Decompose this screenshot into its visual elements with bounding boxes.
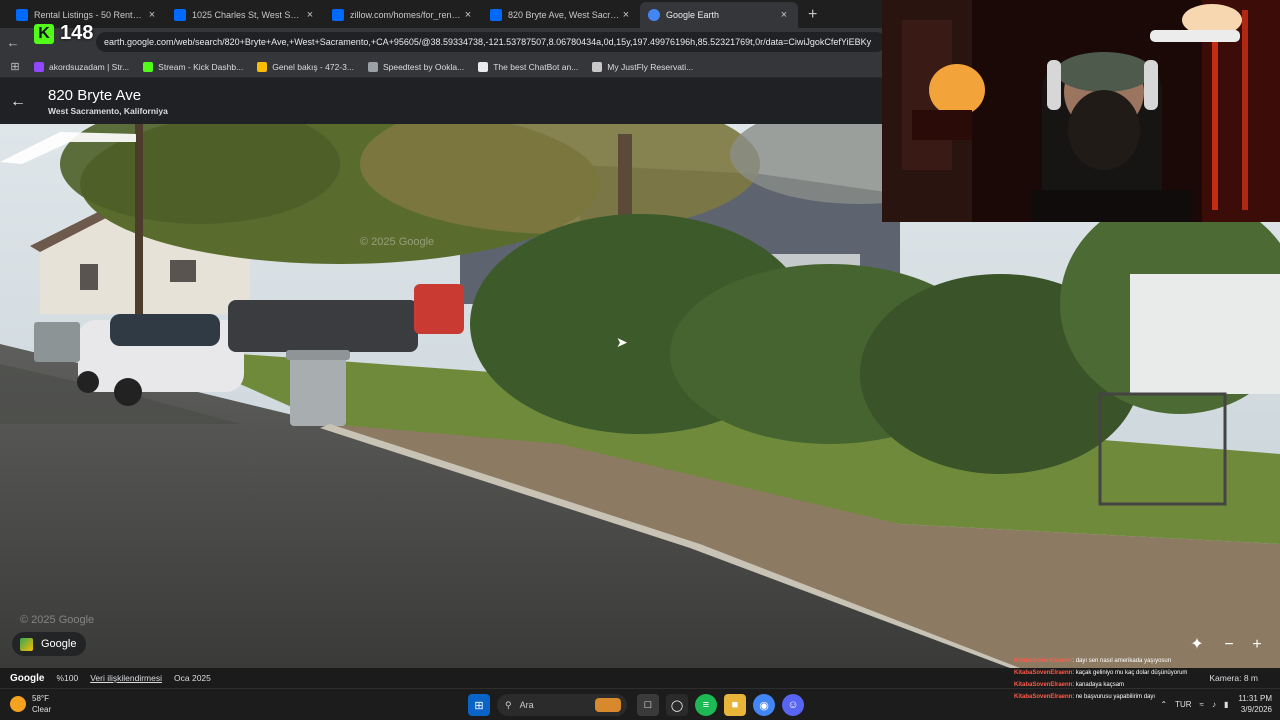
chat-text: : ne başvurusu yapabilirim dayı [1072, 694, 1156, 700]
bookmark-item[interactable]: Stream - Kick Dashb... [143, 61, 244, 72]
google-earth-favicon-icon [648, 9, 660, 21]
spotify-icon[interactable]: ≡ [695, 694, 717, 716]
tab-close-icon[interactable]: × [462, 9, 474, 21]
google-earth-badge[interactable]: Google [12, 632, 87, 656]
chat-username: KitabaSovenElraenn [1014, 670, 1073, 676]
taskbar-search[interactable]: ⚲ Ara [497, 694, 627, 716]
zillow-favicon-icon [16, 9, 28, 21]
google-logo: Google [10, 672, 45, 684]
watermark-bottom: © 2025 Google [20, 614, 95, 626]
tab-title: zillow.com/homes/for_rent/?se [350, 10, 462, 20]
watermark-top: © 2025 Google [360, 236, 435, 248]
data-attribution-link[interactable]: Veri ilişkilendirmesi [90, 673, 162, 683]
bookmark-label: The best ChatBot an... [493, 61, 579, 72]
search-label: Ara [519, 700, 534, 710]
tab-title: Rental Listings - 50 Rentals | Zil [34, 10, 146, 20]
streamer-webcam [882, 0, 1280, 222]
earth-back-arrow-icon[interactable]: ← [10, 93, 26, 111]
tab-close-icon[interactable]: × [146, 9, 158, 21]
bookmark-label: akordsuzadam | Str... [49, 61, 130, 72]
bookmark-chatbot-icon [478, 61, 489, 72]
place-title: 820 Bryte Ave [48, 87, 142, 104]
apps-grid-icon[interactable]: ⊞ [0, 60, 30, 73]
bookmark-label: Stream - Kick Dashb... [158, 61, 244, 72]
chat-message: KitabaSovenElraenn: ne başvurusu yapabil… [1014, 691, 1234, 703]
new-tab-button[interactable]: + [798, 6, 827, 28]
obs-icon[interactable]: ◯ [666, 694, 688, 716]
back-icon[interactable]: ← [0, 35, 26, 50]
discord-icon[interactable]: ☺ [782, 694, 804, 716]
tab-close-icon[interactable]: × [778, 9, 790, 21]
bookmark-item[interactable]: The best ChatBot an... [478, 61, 579, 72]
google-badge-label: Google [41, 638, 77, 650]
tab-close-icon[interactable]: × [620, 9, 632, 21]
clock-date: 3/9/2026 [1240, 705, 1272, 714]
street-navigation-arrow-icon[interactable] [0, 124, 140, 164]
search-icon: ⚲ [505, 699, 512, 710]
clock[interactable]: 11:31 PM 3/9/2026 [1238, 693, 1272, 715]
weather-desc: Clear [32, 705, 52, 714]
bookmark-kick-icon [143, 61, 154, 72]
imagery-date: Oca 2025 [174, 673, 211, 683]
zillow-favicon-icon [490, 9, 502, 21]
bookmark-ads-icon [257, 61, 268, 72]
tab-close-icon[interactable]: × [304, 9, 316, 21]
chat-message: KitabaSovenElraenn: kanadaya kaçsam [1014, 679, 1234, 691]
bookmark-label: Genel bakış - 472-3... [272, 61, 354, 72]
tab-title: 820 Bryte Ave, West Sacramento [508, 10, 620, 20]
browser-tab[interactable]: Google Earth × [640, 2, 798, 28]
chat-text: : kaçak geliniyo mu kaç dolar düşünüyoru… [1072, 670, 1188, 676]
zillow-favicon-icon [174, 9, 186, 21]
chat-text: : dayı sen nasıl amerikada yaşıyosun [1072, 658, 1172, 664]
zillow-favicon-icon [332, 9, 344, 21]
bookmark-label: My JustFly Reservati... [607, 61, 694, 72]
weather-widget[interactable]: 58°F Clear [10, 693, 51, 715]
bookmark-label: Speedtest by Ookla... [382, 61, 465, 72]
clock-time: 11:31 PM [1238, 694, 1272, 703]
bookmark-item[interactable]: akordsuzadam | Str... [34, 61, 130, 72]
webcam-image [882, 0, 1280, 222]
bookmark-speedtest-icon [367, 61, 378, 72]
google-earth-logo-icon [20, 637, 33, 651]
browser-tab[interactable]: 1025 Charles St, West Sacramento× [166, 2, 324, 28]
kick-viewer-counter: K 148 [34, 22, 93, 45]
bookmark-justfly-icon [592, 61, 603, 72]
browser-tab[interactable]: zillow.com/homes/for_rent/?se × [324, 2, 482, 28]
chrome-icon[interactable]: ◉ [753, 694, 775, 716]
address-bar[interactable]: earth.google.com/web/search/820+Bryte+Av… [96, 32, 886, 52]
windows-start-icon[interactable]: ⊞ [468, 694, 490, 716]
chat-username: KitabaSovenElraenn [1014, 658, 1073, 664]
viewer-count: 148 [60, 22, 94, 44]
browser-tab[interactable]: 820 Bryte Ave, West Sacramento× [482, 2, 640, 28]
task-view-icon[interactable]: □ [637, 694, 659, 716]
bookmark-twitch-icon [34, 61, 44, 72]
chat-username: KitabaSovenElraenn [1014, 694, 1073, 700]
file-explorer-icon[interactable]: ■ [724, 694, 746, 716]
bookmark-item[interactable]: My JustFly Reservati... [592, 61, 694, 72]
chat-username: KitabaSovenElraenn [1014, 682, 1073, 688]
chat-message: KitabaSovenElraenn: dayı sen nasıl ameri… [1014, 655, 1234, 667]
bookmark-item[interactable]: Genel bakış - 472-3... [257, 61, 354, 72]
tab-title: Google Earth [666, 10, 720, 20]
place-subtitle: West Sacramento, Kaliforniya [48, 106, 168, 116]
weather-sun-icon [10, 696, 26, 712]
zoom-in-button[interactable]: + [1246, 634, 1268, 656]
search-highlight-icon [595, 698, 621, 712]
mouse-cursor-icon: ➤ [616, 334, 628, 350]
tab-title: 1025 Charles St, West Sacramento [192, 10, 304, 20]
chat-message: KitabaSovenElraenn: kaçak geliniyo mu ka… [1014, 667, 1234, 679]
stream-chat-overlay: KitabaSovenElraenn: dayı sen nasıl ameri… [1014, 655, 1234, 703]
zoom-out-button[interactable]: − [1218, 634, 1240, 656]
chat-text: : kanadaya kaçsam [1072, 682, 1125, 688]
url-text: earth.google.com/web/search/820+Bryte+Av… [104, 37, 872, 47]
weather-temp: 58°F [32, 694, 49, 703]
kick-logo-icon: K [34, 23, 54, 44]
zoom-level: %100 [56, 673, 79, 683]
compass-icon[interactable]: ✦ [1186, 634, 1208, 656]
bookmark-item[interactable]: Speedtest by Ookla... [367, 61, 465, 72]
